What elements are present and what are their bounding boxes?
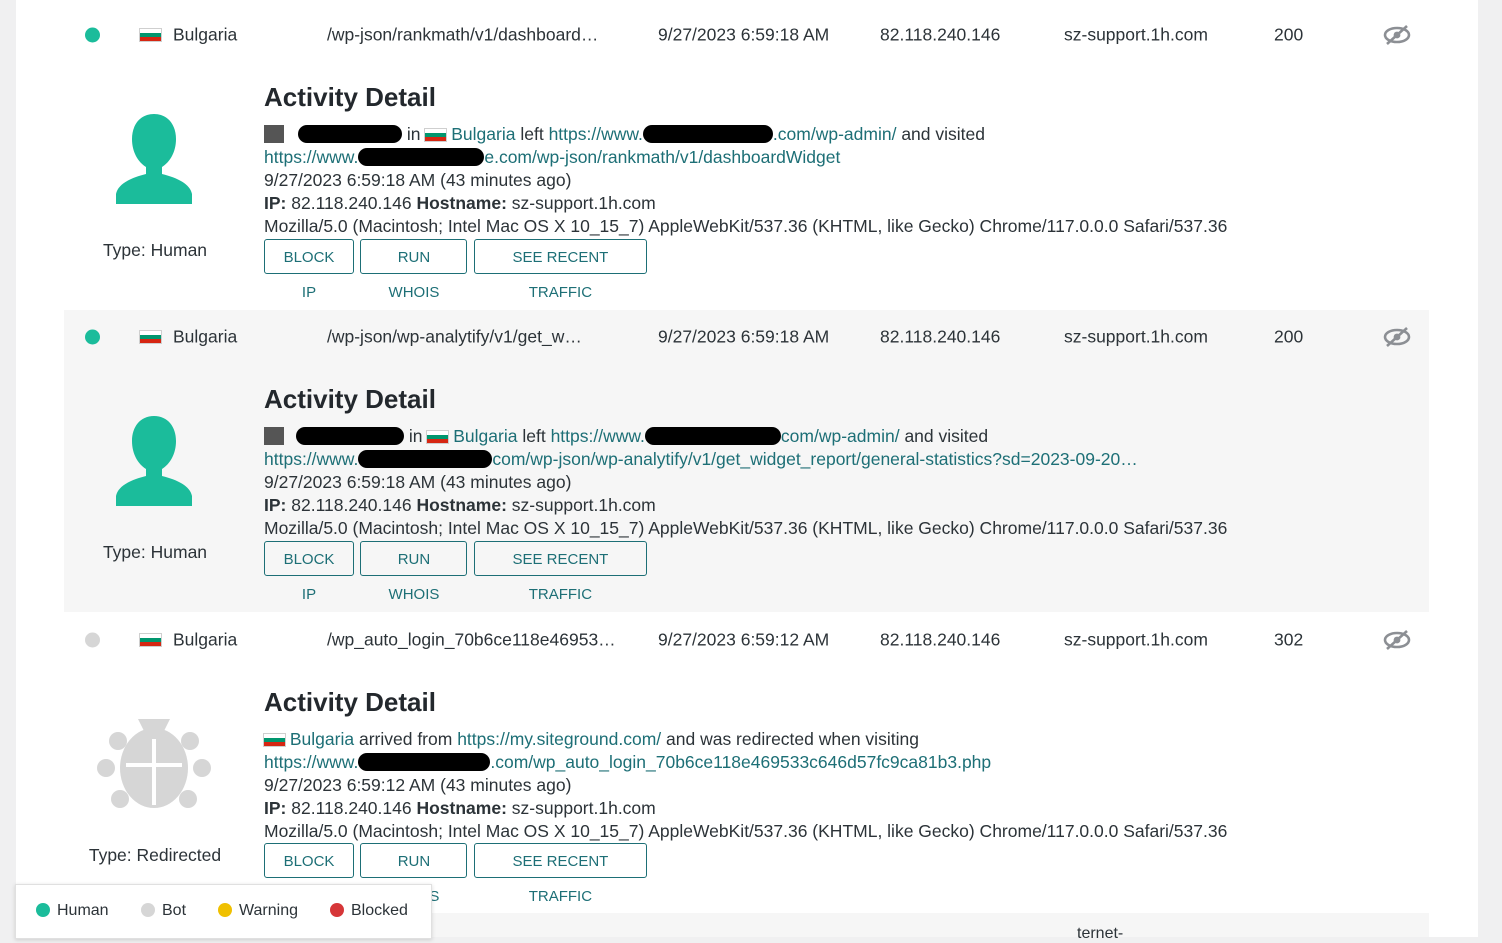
legend-blocked-dot [330, 903, 344, 917]
detail-summary: in Bulgaria left https://www. com/wp-admi… [264, 426, 988, 447]
request-host: sz-support.1h.com [1064, 24, 1208, 45]
country-link[interactable]: Bulgaria [290, 729, 354, 749]
run-whois-button[interactable]: RUN WHOIS [360, 843, 468, 905]
detail-ip-host: IP: 82.118.240.146 Hostname: sz-support.… [264, 193, 656, 213]
user-agent: Mozilla/5.0 (Macintosh; Intel Mac OS X 1… [264, 216, 1228, 236]
human-avatar-icon [96, 414, 212, 518]
country-label: Bulgaria [173, 24, 238, 45]
detail-summary: Bulgaria arrived from https://my.sitegro… [264, 729, 919, 750]
visited-url-link[interactable]: https://www. e.com/wp-json/rankmath/v1/da… [264, 147, 840, 167]
block-ip-button[interactable]: BLOCK IP [264, 843, 354, 905]
detail-summary: in Bulgaria left https://www. .com/wp-adm… [264, 124, 985, 145]
bulgaria-flag-icon [427, 431, 449, 443]
redacted-username [296, 427, 404, 445]
visitor-type: Type: Human [102, 240, 208, 260]
request-host: sz-support.1h.com [1064, 326, 1208, 347]
request-path: /wp-json/wp-analytify/v1/get_w… [327, 326, 582, 347]
detail-time: 9/27/2023 6:59:18 AM (43 minutes ago) [264, 472, 572, 492]
detail-ip-host: IP: 82.118.240.146 Hostname: sz-support.… [264, 798, 656, 818]
see-recent-traffic-button[interactable]: SEE RECENT TRAFFIC [473, 843, 647, 905]
legend-bot: Bot [141, 902, 186, 920]
see-recent-traffic-button[interactable]: SEE RECENT TRAFFIC [473, 541, 647, 603]
legend-human: Human [36, 902, 109, 920]
request-path: /wp_auto_login_70b6ce118e46953… [327, 629, 616, 650]
traffic-row[interactable]: Bulgaria /wp_auto_login_70b6ce118e46953…… [64, 613, 1429, 667]
activity-detail: Type: Redirected Activity Detail Bulgari… [64, 667, 1429, 915]
visited-url-link[interactable]: https://www. .com/wp_auto_login_70b6ce118… [264, 752, 991, 772]
status-code: 200 [1274, 326, 1304, 347]
detail-time: 9/27/2023 6:59:12 AM (43 minutes ago) [264, 775, 572, 795]
block-ip-button[interactable]: BLOCK IP [264, 239, 354, 301]
traffic-row[interactable]: Bulgaria /wp-json/wp-analytify/v1/get_w…… [64, 310, 1429, 364]
status-dot-bot [85, 632, 100, 648]
bulgaria-flag-icon [140, 29, 161, 41]
legend-warning: Warning [218, 902, 298, 920]
traffic-row[interactable]: Bulgaria /wp-json/rankmath/v1/dashboard…… [64, 8, 1429, 62]
user-avatar [264, 125, 284, 143]
country-label: Bulgaria [173, 326, 238, 347]
country-label: Bulgaria [173, 629, 238, 650]
user-agent: Mozilla/5.0 (Macintosh; Intel Mac OS X 1… [264, 518, 1228, 538]
block-ip-button[interactable]: BLOCK IP [264, 541, 354, 603]
user-avatar [264, 427, 284, 445]
detail-title: Activity Detail [264, 384, 436, 414]
detail-time: 9/27/2023 6:59:18 AM (43 minutes ago) [264, 170, 572, 190]
visitor-type: Type: Redirected [88, 845, 222, 865]
request-host: sz-support.1h.com [1064, 629, 1208, 650]
status-code: 200 [1274, 24, 1304, 45]
activity-detail: Type: Human Activity Detail in Bulgaria … [64, 62, 1429, 310]
visited-url-link[interactable]: https://www. com/wp-json/wp-analytify/v1/… [264, 449, 1138, 469]
partial-row-text: ternet- [1077, 925, 1124, 942]
hide-eye-icon[interactable] [1382, 23, 1412, 47]
referrer-link[interactable]: https://www. .com/wp-admin/ [549, 124, 897, 144]
status-legend: Human Bot Warning Blocked [15, 884, 432, 939]
see-recent-traffic-button[interactable]: SEE RECENT TRAFFIC [473, 239, 647, 301]
redacted-username [298, 125, 402, 143]
visited-url: https://www. .com/wp_auto_login_70b6ce118… [264, 752, 991, 773]
request-time: 9/27/2023 6:59:18 AM [658, 326, 830, 347]
hide-eye-icon[interactable] [1382, 325, 1412, 349]
request-ip: 82.118.240.146 [880, 326, 1001, 347]
activity-detail: Type: Human Activity Detail in Bulgaria … [64, 364, 1429, 612]
bulgaria-flag-icon [425, 129, 447, 141]
status-code: 302 [1274, 629, 1304, 650]
legend-blocked: Blocked [330, 902, 408, 920]
run-whois-button[interactable]: RUN WHOIS [360, 239, 468, 301]
country-link[interactable]: Bulgaria [451, 124, 515, 144]
detail-title: Activity Detail [264, 687, 436, 717]
traffic-row-partial [430, 913, 1429, 937]
status-dot-human [85, 27, 100, 43]
request-time: 9/27/2023 6:59:18 AM [658, 24, 830, 45]
visited-url: https://www. e.com/wp-json/rankmath/v1/da… [264, 147, 840, 168]
request-time: 9/27/2023 6:59:12 AM [658, 629, 830, 650]
hide-eye-icon[interactable] [1382, 628, 1412, 652]
bulgaria-flag-icon [140, 331, 161, 343]
country-link[interactable]: Bulgaria [453, 426, 517, 446]
bulgaria-flag-icon [264, 734, 285, 746]
request-ip: 82.118.240.146 [880, 629, 1001, 650]
legend-warning-dot [218, 903, 232, 917]
human-avatar-icon [96, 112, 212, 216]
status-dot-human [85, 329, 100, 345]
bulgaria-flag-icon [140, 634, 161, 646]
referrer-link[interactable]: https://my.siteground.com/ [457, 729, 661, 749]
request-ip: 82.118.240.146 [880, 24, 1001, 45]
legend-human-dot [36, 903, 50, 917]
bug-icon [96, 713, 212, 817]
visited-url: https://www. com/wp-json/wp-analytify/v1/… [264, 449, 1138, 470]
run-whois-button[interactable]: RUN WHOIS [360, 541, 468, 603]
visitor-type: Type: Human [102, 542, 208, 562]
detail-title: Activity Detail [264, 82, 436, 112]
user-agent: Mozilla/5.0 (Macintosh; Intel Mac OS X 1… [264, 821, 1228, 841]
referrer-link[interactable]: https://www. com/wp-admin/ [551, 426, 900, 446]
request-path: /wp-json/rankmath/v1/dashboard… [327, 24, 599, 45]
detail-ip-host: IP: 82.118.240.146 Hostname: sz-support.… [264, 495, 656, 515]
legend-bot-dot [141, 903, 155, 917]
